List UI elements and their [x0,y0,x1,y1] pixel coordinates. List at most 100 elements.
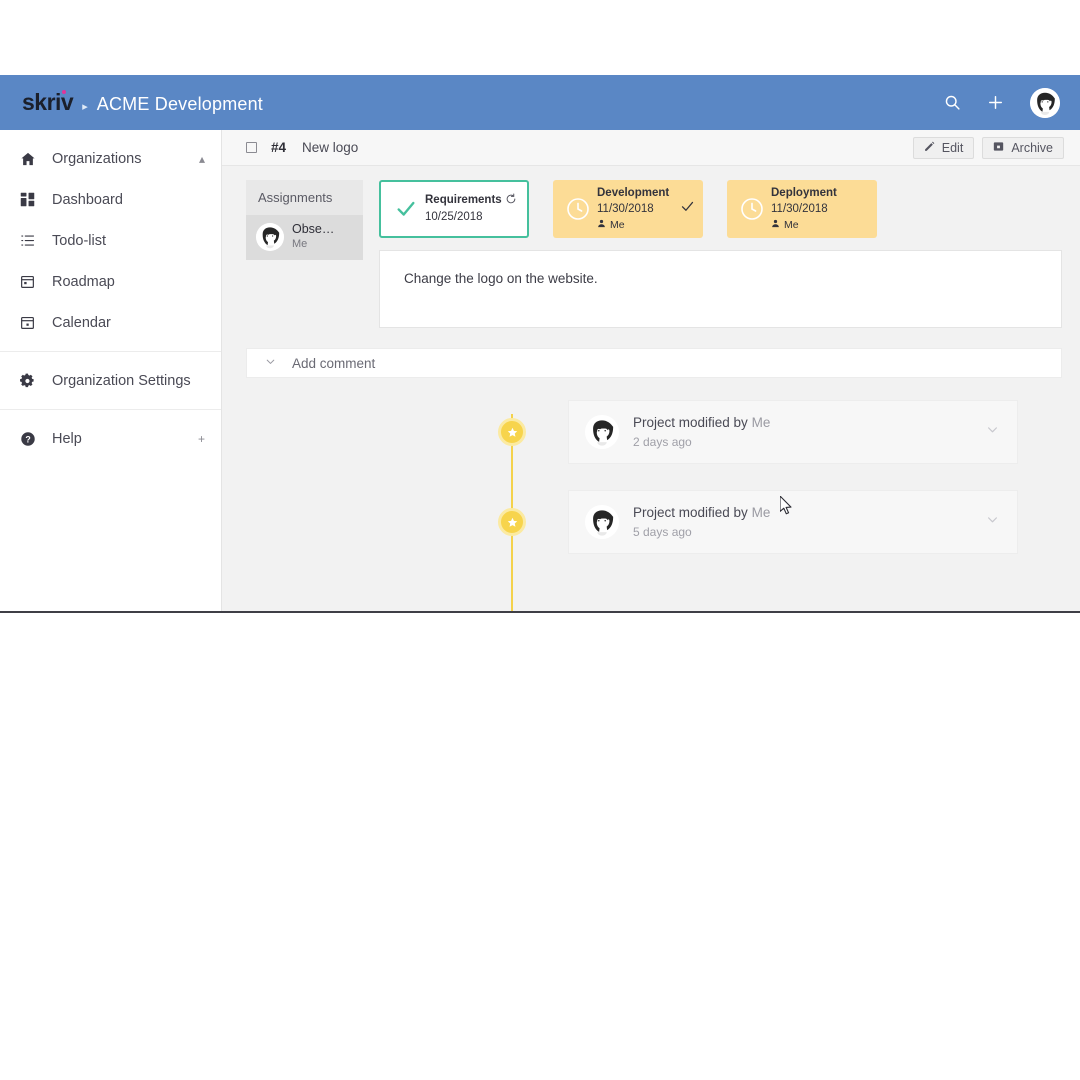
activity-headline: Project modified by Me [633,503,770,523]
activity-timestamp: 5 days ago [633,525,692,540]
assignee-row[interactable]: Obse… Me [246,215,363,261]
stage-text: Development 11/30/2018 Me [593,185,693,234]
add-comment-label: Add comment [292,355,376,371]
activity-author: Me [751,414,771,430]
content-area: #4 New logo Edit Archive Assignments Obs… [222,130,1080,611]
calendar-day-icon [20,315,42,330]
sidebar-group-help: ? Help + [0,409,221,467]
activity-text: Project modified by Me 2 days ago [633,413,770,451]
sidebar-item-label: Roadmap [52,273,115,290]
mouse-cursor [779,495,794,521]
stage-text: Requirements 10/25/2018 [421,192,517,225]
task-checkbox[interactable] [246,142,257,153]
stage-user-label: Me [784,219,799,232]
clock-icon [563,197,593,221]
activity-text: Project modified by Me 5 days ago [633,503,770,541]
check-icon [391,198,421,220]
star-icon[interactable] [498,508,526,536]
skriv-logo[interactable]: skriv [22,89,74,116]
activity-author: Me [751,504,771,520]
sidebar-item-calendar[interactable]: Calendar [0,302,221,343]
sidebar-item-help[interactable]: ? Help + [0,418,221,459]
stage-card-requirements[interactable]: Requirements 10/25/2018 [379,180,529,238]
stage-user-label: Me [610,219,625,232]
sidebar-item-todo-list[interactable]: Todo-list [0,220,221,261]
archive-icon [993,141,1004,155]
stage-card-development[interactable]: Development 11/30/2018 Me [553,180,703,238]
archive-button[interactable]: Archive [982,136,1064,159]
stage-name: Deployment [771,186,837,199]
breadcrumb-separator: ▸ [82,101,88,113]
stage-date: 11/30/2018 [771,203,828,216]
activity-avatar [585,415,619,449]
activity-card[interactable]: Project modified by Me 2 days ago [568,400,1018,464]
assignee-avatar [256,222,284,251]
stage-name: Requirements [425,194,502,207]
activity-item: Project modified by Me 2 days ago [246,400,1080,464]
search-icon[interactable] [944,94,961,111]
app-body: Organizations ▴ Dashboard Todo-list Road… [0,130,1080,611]
sidebar-item-label: Help [52,430,82,447]
task-main-column: Requirements 10/25/2018 Development 11/3… [379,180,1062,328]
user-avatar[interactable] [1030,87,1060,118]
sidebar-item-organizations[interactable]: Organizations ▴ [0,138,221,179]
application-window: skriv ▸ ACME Development Organizations ▴… [0,75,1080,613]
grid-icon [20,192,42,207]
brand[interactable]: skriv ▸ ACME Development [22,89,263,116]
list-icon [20,233,42,248]
activity-item: Project modified by Me 5 days ago [246,490,1080,554]
help-circle-icon: ? [20,431,42,447]
assignments-title: Assignments [258,190,333,205]
check-icon[interactable] [680,199,695,219]
chevron-down-icon[interactable] [986,513,999,531]
plus-icon[interactable] [987,94,1004,111]
assignee-name: Obse… [292,222,335,236]
activity-action: Project modified by [633,414,748,430]
assignee-role: Me [292,237,308,250]
activity-timestamp: 2 days ago [633,435,692,450]
sidebar-item-label: Dashboard [52,191,123,208]
edit-button-label: Edit [941,140,964,155]
gear-icon [20,373,42,389]
star-icon[interactable] [498,418,526,446]
sidebar-item-roadmap[interactable]: Roadmap [0,261,221,302]
sidebar-group-settings: Organization Settings [0,351,221,409]
person-icon [771,218,780,233]
expand-plus-icon[interactable]: + [198,432,205,446]
top-bar: skriv ▸ ACME Development [0,75,1080,130]
logo-accent-dot [62,90,66,94]
stage-user: Me [597,218,693,233]
page-title: New logo [302,140,359,155]
sidebar-item-dashboard[interactable]: Dashboard [0,179,221,220]
activity-action: Project modified by [633,504,748,520]
stage-date: 10/25/2018 [425,211,483,223]
pencil-icon [924,141,935,155]
stage-card-deployment[interactable]: Deployment 11/30/2018 Me [727,180,877,238]
stage-cards: Requirements 10/25/2018 Development 11/3… [379,180,1062,238]
chevron-down-icon [265,354,276,372]
clock-icon [737,197,767,221]
edit-button[interactable]: Edit [912,136,975,159]
activity-headline: Project modified by Me [633,413,770,433]
chevron-down-icon[interactable] [986,423,999,441]
sidebar-item-label: Todo-list [52,232,106,249]
task-number: #4 [271,140,287,155]
stage-user: Me [771,218,867,233]
svg-text:?: ? [25,434,30,444]
stage-name: Development [597,186,670,199]
organization-name[interactable]: ACME Development [97,94,263,115]
activity-timeline: Project modified by Me 2 days ago Projec… [222,400,1080,611]
sidebar-item-label: Organization Settings [52,372,191,389]
refresh-icon[interactable] [505,192,517,210]
add-comment-bar[interactable]: Add comment [246,348,1062,378]
task-description[interactable]: Change the logo on the website. [379,250,1062,328]
sidebar-item-organization-settings[interactable]: Organization Settings [0,360,221,401]
collapse-chevron-icon[interactable]: ▴ [199,152,205,166]
stage-date: 11/30/2018 [597,203,654,216]
task-header: #4 New logo Edit Archive [222,130,1080,166]
calendar-icon [20,274,42,289]
archive-button-label: Archive [1011,140,1053,155]
assignments-panel: Assignments Obse… Me [246,180,363,261]
sidebar: Organizations ▴ Dashboard Todo-list Road… [0,130,222,611]
home-icon [20,151,42,167]
